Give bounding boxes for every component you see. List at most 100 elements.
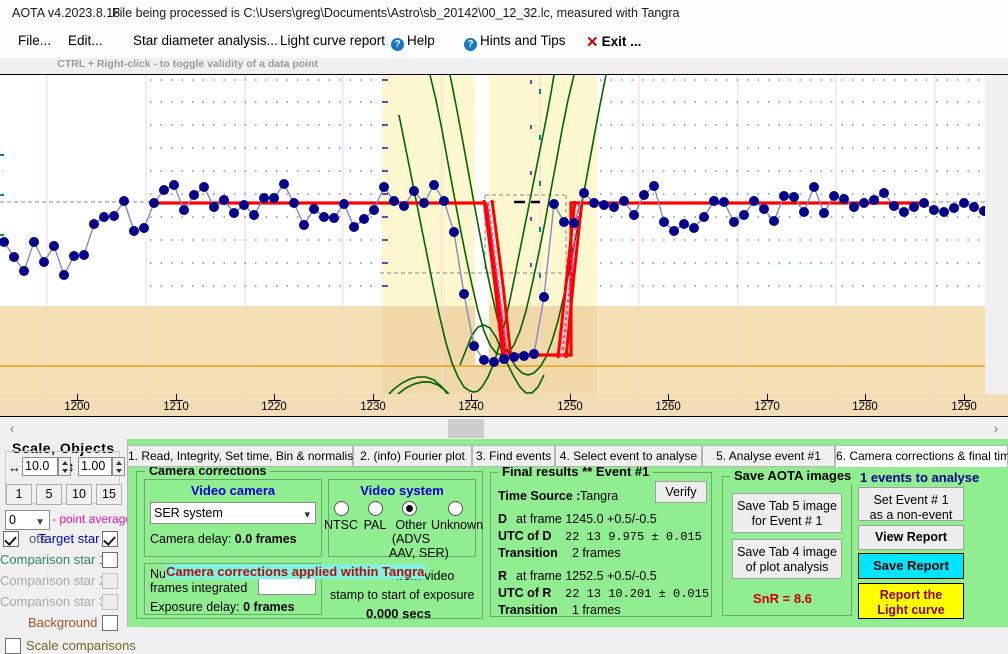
video-system-radio-pal[interactable] xyxy=(368,501,383,516)
menu-help-label: Help xyxy=(407,33,435,48)
view-report-button[interactable]: View Report xyxy=(858,525,964,550)
menu-star-diameter-analysis[interactable]: Star diameter analysis... xyxy=(133,33,278,48)
exposure-delay-label: Exposure delay: xyxy=(150,600,240,614)
object-checkbox-background[interactable] xyxy=(102,615,118,631)
set-non-event-button[interactable]: Set Event # 1 as a non-event xyxy=(858,487,964,521)
tab-read-integrity[interactable]: 1. Read, Integrity, Set time, Bin & norm… xyxy=(127,445,353,467)
camera-corrections-applied-message: Camera corrections applied within Tangra xyxy=(165,564,425,579)
x-tick-label: 1240 xyxy=(458,401,484,413)
video-system-label-pal: PAL xyxy=(359,518,391,532)
object-checkbox-target-star[interactable] xyxy=(102,531,118,547)
video-system-label-other: Other xyxy=(391,518,431,532)
x-tick-label: 1290 xyxy=(951,401,977,413)
object-label-comparison-star-1: Comparison star 1 xyxy=(0,552,106,567)
scroll-right-arrow-icon[interactable]: › xyxy=(988,420,1004,437)
scale-preset-10-button[interactable]: 10 xyxy=(66,484,92,505)
tab-find-events[interactable]: 3. Find events xyxy=(472,445,555,467)
menu-edit[interactable]: Edit... xyxy=(68,33,103,48)
report-lc-line1: Report the xyxy=(859,588,963,603)
r-transition-value: 1 frames xyxy=(572,603,621,617)
ctrl-hint-text: CTRL + Right-click - to toggle validity … xyxy=(57,58,318,70)
vertical-scale-input[interactable]: 1.00 xyxy=(78,457,112,476)
video-system-radio-ntsc[interactable] xyxy=(334,501,349,516)
tab-select-event[interactable]: 4. Select event to analyse xyxy=(555,445,702,467)
help-icon: ? xyxy=(391,38,404,51)
time-source-value: Tangra xyxy=(580,489,618,503)
file-path-note: File being processed is C:\Users\greg\Do… xyxy=(112,6,679,20)
x-tick-label: 1250 xyxy=(557,401,583,413)
menu-file[interactable]: File... xyxy=(18,33,51,48)
menu-light-curve-report[interactable]: Light curve report xyxy=(280,33,385,48)
video-camera-title: Video camera xyxy=(144,483,322,498)
scroll-left-arrow-icon[interactable]: ‹ xyxy=(4,420,20,437)
object-label-comparison-star-2: Comparison star 2 xyxy=(0,573,106,588)
scale-objects-panel: Scale, Objects ↔ 10.0 ↕ 1.00 1 5 10 15 0… xyxy=(0,439,127,627)
bottom-panel: Scale, Objects ↔ 10.0 ↕ 1.00 1 5 10 15 0… xyxy=(0,439,1008,627)
utc-of-r-label: UTC of R xyxy=(498,586,551,600)
scale-preset-1-button[interactable]: 1 xyxy=(6,484,32,505)
title-bar: AOTA v4.2023.8.18 File being processed i… xyxy=(0,0,1008,29)
d-label: D xyxy=(498,512,507,526)
exposure-delay-value: 0 frames xyxy=(243,600,294,614)
d-transition-label: Transition xyxy=(498,546,558,560)
tab-camera-corrections[interactable]: 6. Camera corrections & final times Even… xyxy=(835,445,1008,467)
video-system-label-unknown: Unknown xyxy=(431,518,483,532)
video-system-radio-unknown[interactable] xyxy=(448,501,463,516)
video-system-title: Video system xyxy=(328,483,476,498)
horizontal-scale-input[interactable]: 10.0 xyxy=(22,457,58,476)
video-system-label-other-sub1: (ADVS xyxy=(391,532,431,546)
x-tick-label: 1260 xyxy=(655,401,681,413)
plot-canvas[interactable] xyxy=(0,75,1008,415)
tab-analyse-event[interactable]: 5. Analyse event #1 xyxy=(702,445,835,467)
app-version: AOTA v4.2023.8.18 xyxy=(12,6,120,20)
video-system-radio-other[interactable] xyxy=(402,501,417,516)
events-to-analyse-label: 1 events to analyse xyxy=(860,470,979,485)
x-tick-label: 1230 xyxy=(360,401,386,413)
menu-help[interactable]: ?Help xyxy=(391,33,435,51)
utc-of-d-label: UTC of D xyxy=(498,529,551,543)
scale-preset-15-button[interactable]: 15 xyxy=(96,484,122,505)
verify-button[interactable]: Verify xyxy=(655,481,707,503)
save-tab4-line1: Save Tab 4 image xyxy=(733,545,841,560)
time-source-label: Time Source : xyxy=(498,489,580,503)
x-tick-label: 1280 xyxy=(852,401,878,413)
save-tab4-line2: of plot analysis xyxy=(733,560,841,575)
x-axis: 1200 1210 1220 1230 1240 1250 1260 1270 … xyxy=(0,394,1008,416)
save-tab5-line1: Save Tab 5 image xyxy=(733,499,841,514)
save-tab4-image-button[interactable]: Save Tab 4 image of plot analysis xyxy=(732,539,842,579)
plot-horizontal-scrollbar[interactable]: ‹ › xyxy=(0,416,1008,439)
object-label-comparison-star-3: Comparison star 3 xyxy=(0,594,106,609)
point-average-select[interactable]: 0 ▼ xyxy=(5,510,50,530)
r-transition-label: Transition xyxy=(498,603,558,617)
scale-comparisons-checkbox[interactable] xyxy=(5,638,21,654)
utc-of-d-value: 22 13 9.975 ± 0.015 xyxy=(565,530,702,544)
video-offset-secs: 0.000 secs xyxy=(366,606,431,621)
object-checkbox-comparison-star-1[interactable] xyxy=(102,552,118,568)
chevron-down-icon: ▾ xyxy=(304,505,310,525)
tab-fourier-plot[interactable]: 2. (info) Fourier plot xyxy=(353,445,472,467)
point-average-value: 0 xyxy=(9,513,16,527)
scale-preset-5-button[interactable]: 5 xyxy=(36,484,62,505)
x-tick-label: 1220 xyxy=(261,401,287,413)
exposure-delay-row: Exposure delay: 0 frames xyxy=(150,600,295,614)
vertical-scale-spinner[interactable] xyxy=(112,457,125,476)
menu-exit[interactable]: ✕Exit ... xyxy=(586,33,641,51)
report-light-curve-button[interactable]: Report the Light curve xyxy=(858,583,964,619)
menu-hints-and-tips[interactable]: ?Hints and Tips xyxy=(464,33,566,51)
r-label: R xyxy=(498,569,507,583)
video-camera-select[interactable]: SER system ▾ xyxy=(150,502,316,524)
camera-delay-row: Camera delay: 0.0 frames xyxy=(150,532,297,546)
scrollbar-thumb[interactable] xyxy=(448,419,484,438)
utc-of-r-value: 22 13 10.201 ± 0.015 xyxy=(565,587,709,601)
video-system-label-ntsc: NTSC xyxy=(323,518,359,532)
save-tab5-image-button[interactable]: Save Tab 5 image for Event # 1 xyxy=(732,493,842,533)
light-curve-plot[interactable] xyxy=(0,74,1008,415)
save-report-button[interactable]: Save Report xyxy=(858,553,964,579)
aota-window: AOTA v4.2023.8.18 File being processed i… xyxy=(0,0,1008,627)
set-non-event-line2: as a non-event xyxy=(859,508,963,523)
num-frames-input[interactable] xyxy=(258,577,316,595)
objects-master-checkbox[interactable] xyxy=(3,531,19,547)
from-video-line2: stamp to start of exposure xyxy=(330,588,475,602)
x-tick-label: 1210 xyxy=(163,401,189,413)
tab-bar: 1. Read, Integrity, Set time, Bin & norm… xyxy=(127,445,1008,467)
